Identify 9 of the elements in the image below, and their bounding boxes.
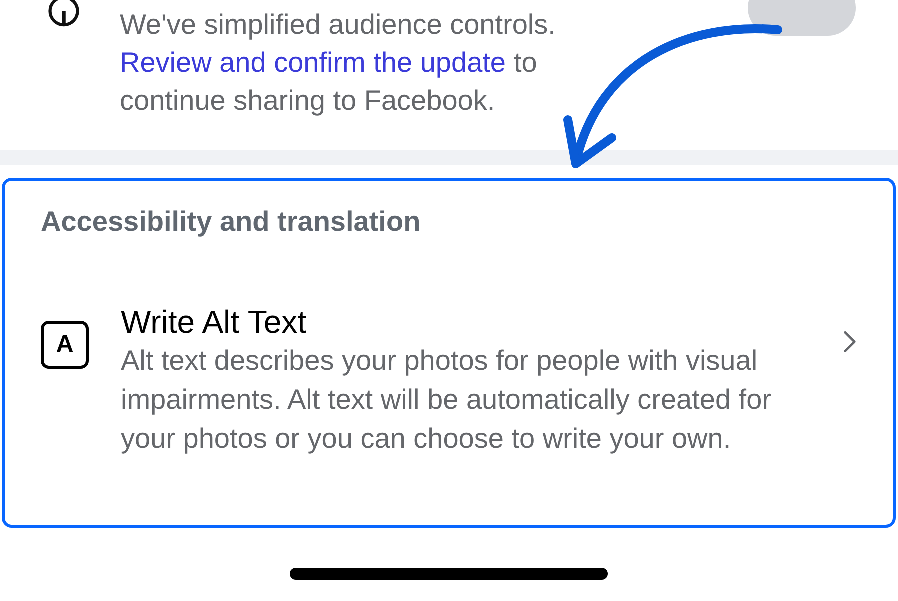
notice-text: continue sharing to Facebook.	[120, 84, 496, 118]
letter-icon: A	[41, 321, 89, 369]
review-link[interactable]: Review and confirm the update	[120, 44, 506, 82]
section-title: Accessibility and translation	[41, 205, 421, 239]
alt-text-row[interactable]: A Write Alt Text Alt text describes your photos for people with visual impairments. Alt text will be automatically created for your photos or you can choose to write your own.	[41, 303, 857, 458]
item-title: Write Alt Text	[121, 303, 307, 341]
item-description: Alt text describes your photos for people with visual impairments. Alt text will be automatically created for your photos or you can choose to write your own.	[121, 344, 772, 456]
notice-text: to	[514, 46, 538, 80]
notice-text: We've simplified audience controls.	[120, 8, 556, 42]
